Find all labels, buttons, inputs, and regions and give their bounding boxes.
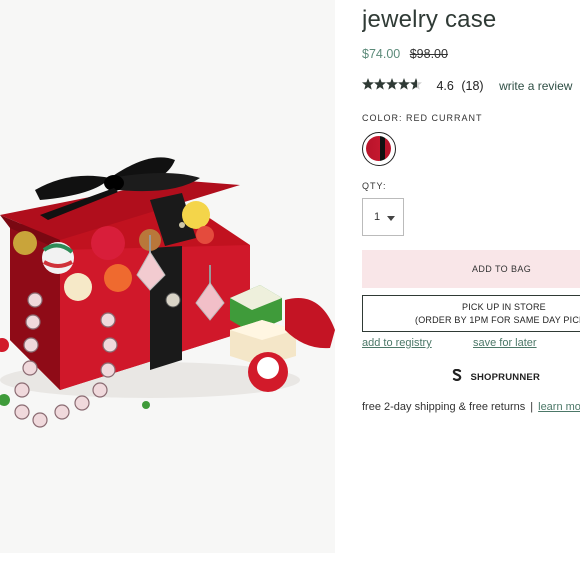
price-row: $74.00 $98.00 [362,47,448,61]
product-details: jewelry case $74.00 $98.00 4.6 (18) writ… [362,0,580,580]
original-price: $98.00 [409,47,448,61]
color-label: COLOR: RED CURRANT [362,113,483,123]
add-to-bag-button[interactable]: ADD TO BAG [362,250,580,288]
qty-label: QTY: [362,181,387,191]
sale-price: $74.00 [362,47,401,61]
product-title: jewelry case [362,6,497,33]
shipping-info: free 2-day shipping & free returns | learn… [362,401,580,413]
shoprunner-label: SHOPRUNNER [470,371,541,383]
pickup-title: PICK UP IN STORE [462,302,546,312]
shipping-separator: | [530,401,534,413]
shoprunner-icon [452,368,462,386]
pick-up-in-store-button[interactable]: PICK UP IN STORE (ORDER BY 1PM FOR SAME … [362,295,580,332]
write-review-link[interactable]: write a review [499,79,572,93]
stars-icon [362,78,422,90]
review-count[interactable]: (18) [461,79,483,93]
rating-value: 4.6 [436,78,454,93]
chevron-down-icon [387,216,395,221]
save-for-later-link[interactable]: save for later [473,337,537,349]
pickup-note: (ORDER BY 1PM FOR SAME DAY PICKUP) [415,315,580,325]
add-to-registry-link[interactable]: add to registry [362,337,432,349]
product-image[interactable] [0,0,335,553]
quantity-select[interactable]: 1 [362,198,404,236]
jewelry-case-illustration [0,157,335,428]
color-swatch-red-currant[interactable] [362,132,396,166]
add-to-bag-label: ADD TO BAG [472,264,532,274]
rating-row: 4.6 (18) write a review [362,78,572,96]
star-rating [362,78,422,93]
learn-more-link[interactable]: learn more [538,401,580,413]
shipping-text: free 2-day shipping & free returns [362,401,526,413]
quantity-value: 1 [374,211,381,223]
swatch-fill [366,136,391,161]
shoprunner-badge[interactable]: SHOPRUNNER [452,368,541,383]
